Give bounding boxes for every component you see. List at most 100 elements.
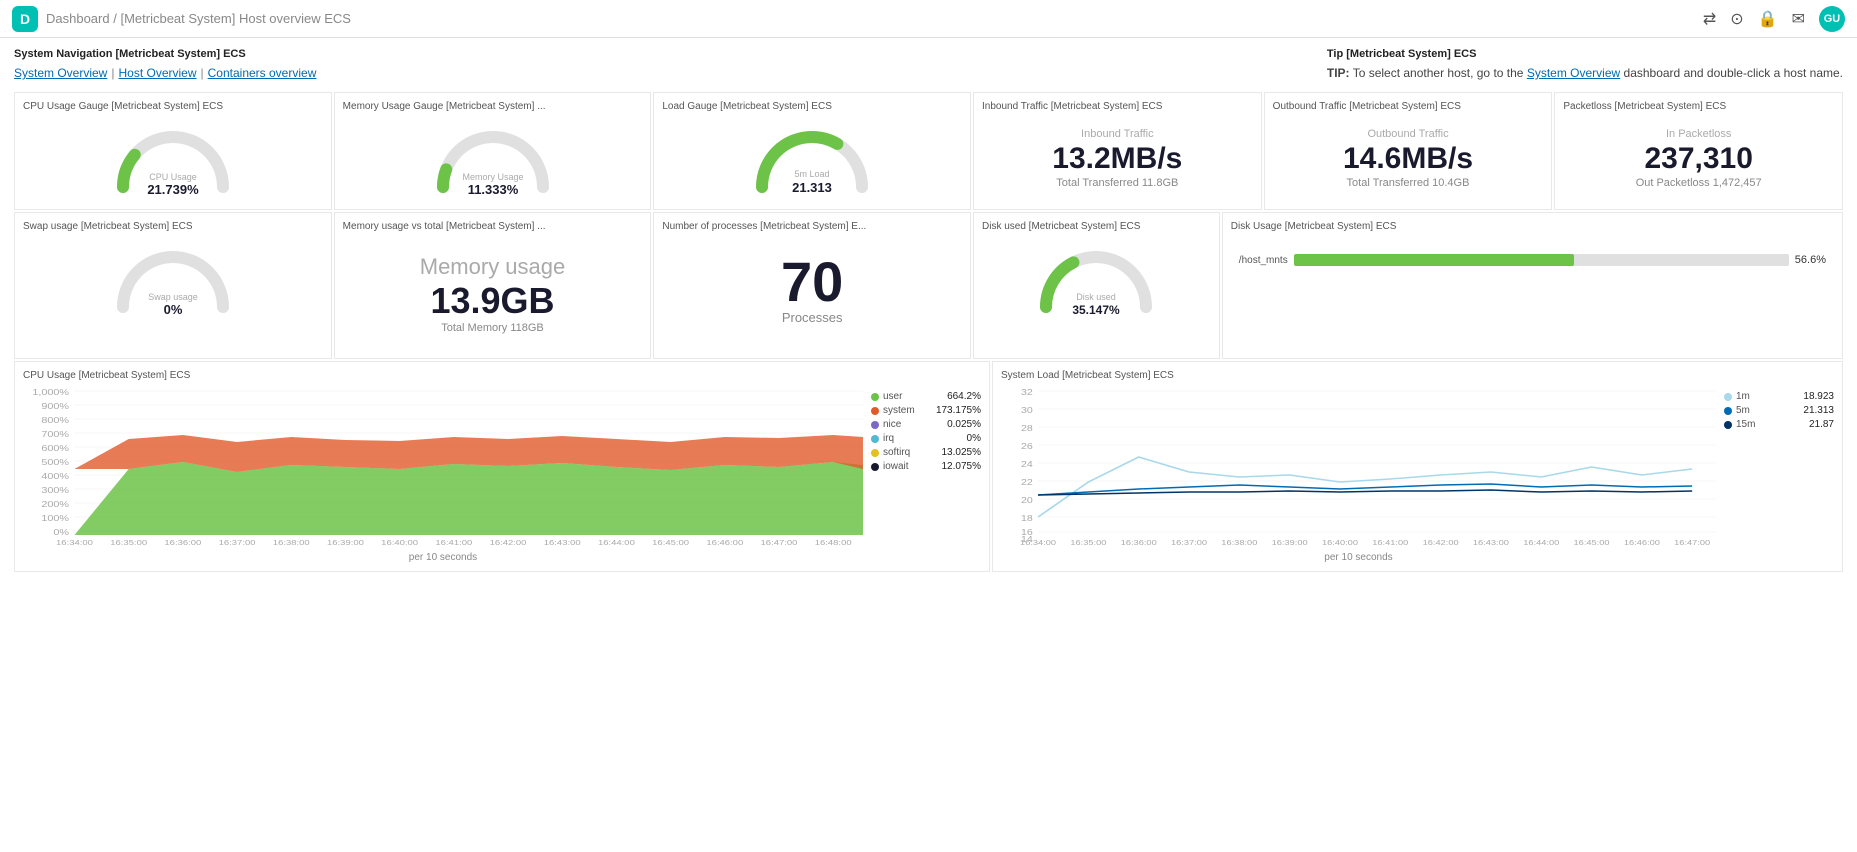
svg-text:16:34:00: 16:34:00 (56, 538, 93, 546)
breadcrumb-current: [Metricbeat System] Host overview ECS (120, 11, 350, 26)
avatar[interactable]: GU (1819, 6, 1845, 32)
mem-total-panel: Memory usage vs total [Metricbeat System… (334, 212, 652, 359)
nav-sep-2: | (201, 66, 204, 80)
nav-link-system-overview[interactable]: System Overview (14, 66, 107, 80)
svg-text:16:38:00: 16:38:00 (273, 538, 310, 546)
nav-title: System Navigation [Metricbeat System] EC… (14, 48, 316, 60)
svg-text:16:40:00: 16:40:00 (381, 538, 418, 546)
nav-link-containers-overview[interactable]: Containers overview (208, 66, 317, 80)
svg-text:16:44:00: 16:44:00 (1523, 539, 1560, 547)
svg-text:16:43:00: 16:43:00 (544, 538, 581, 546)
svg-text:16:46:00: 16:46:00 (1624, 539, 1661, 547)
svg-text:16:38:00: 16:38:00 (1221, 539, 1258, 547)
svg-text:35.147%: 35.147% (1073, 303, 1121, 317)
sysload-chart-panel: System Load [Metricbeat System] ECS 32 3… (992, 361, 1843, 572)
nav-right: Tip [Metricbeat System] ECS TIP: To sele… (1327, 48, 1843, 80)
legend-user-val: 664.2% (947, 391, 981, 402)
svg-text:16:34:00: 16:34:00 (1020, 539, 1057, 547)
packetloss-val: 237,310 (1569, 144, 1828, 174)
svg-text:16:41:00: 16:41:00 (435, 538, 472, 546)
legend-iowait: iowait 12.075% (871, 461, 981, 472)
legend-system: system 173.175% (871, 405, 981, 416)
share-icon[interactable]: ⇄ (1703, 9, 1716, 29)
svg-text:Memory Usage: Memory Usage (462, 172, 523, 182)
svg-text:16:37:00: 16:37:00 (219, 538, 256, 546)
svg-text:16:42:00: 16:42:00 (1423, 539, 1460, 547)
legend-nice-dot (871, 421, 879, 429)
svg-text:18: 18 (1021, 514, 1033, 523)
sysload-chart-area: 32 30 28 26 24 22 20 18 16 14 (1001, 387, 1834, 563)
breadcrumb-dashboard[interactable]: Dashboard (46, 11, 110, 26)
svg-text:16:35:00: 16:35:00 (110, 538, 147, 546)
svg-text:16:45:00: 16:45:00 (652, 538, 689, 546)
svg-text:0%: 0% (53, 528, 69, 537)
legend-5m: 5m 21.313 (1724, 405, 1834, 416)
packetloss-panel: Packetloss [Metricbeat System] ECS In Pa… (1554, 92, 1843, 210)
processes-panel: Number of processes [Metricbeat System] … (653, 212, 971, 359)
disk-bar-inner (1294, 254, 1574, 266)
nav-section: System Navigation [Metricbeat System] EC… (14, 48, 1843, 80)
processes-val: 70 (670, 254, 954, 310)
legend-iowait-name: iowait (883, 461, 938, 472)
tip-link[interactable]: System Overview (1527, 66, 1620, 80)
svg-text:16:37:00: 16:37:00 (1171, 539, 1208, 547)
legend-softirq: softirq 13.025% (871, 447, 981, 458)
legend-1m-name: 1m (1736, 391, 1799, 402)
tip-box: TIP: To select another host, go to the S… (1327, 66, 1843, 80)
disk-bar-row: /host_mnts 56.6% (1239, 254, 1826, 266)
disk-used-panel: Disk used [Metricbeat System] ECS Disk u… (973, 212, 1220, 359)
svg-text:16:48:00: 16:48:00 (815, 538, 852, 546)
nav-link-host-overview[interactable]: Host Overview (118, 66, 196, 80)
svg-text:30: 30 (1021, 406, 1033, 415)
cpu-gauge-svg: CPU Usage 21.739% (108, 122, 238, 197)
packetloss-sub: In Packetloss (1569, 128, 1828, 140)
legend-15m: 15m 21.87 (1724, 419, 1834, 430)
mail-icon[interactable]: ✉ (1792, 9, 1805, 29)
svg-text:16:44:00: 16:44:00 (598, 538, 635, 546)
outbound-sub: Outbound Traffic (1279, 128, 1538, 140)
cpu-chart-xlabel: per 10 seconds (23, 552, 863, 563)
mem-gauge-svg: Memory Usage 11.333% (428, 122, 558, 197)
outbound-val: 14.6MB/s (1279, 144, 1538, 174)
inspect-icon[interactable]: ⊙ (1730, 9, 1743, 29)
legend-system-name: system (883, 405, 932, 416)
disk-bar-container: /host_mnts 56.6% (1231, 238, 1834, 274)
svg-text:24: 24 (1021, 460, 1033, 469)
cpu-chart-area: 1,000% 900% 800% 700% 600% 500% 400% 300… (23, 387, 981, 563)
app-icon: D (12, 6, 38, 32)
cpu-chart-svg: 1,000% 900% 800% 700% 600% 500% 400% 300… (23, 387, 863, 547)
legend-irq: irq 0% (871, 433, 981, 444)
legend-15m-val: 21.87 (1809, 419, 1834, 430)
cpu-chart-svg-wrap: 1,000% 900% 800% 700% 600% 500% 400% 300… (23, 387, 863, 563)
svg-text:400%: 400% (41, 472, 69, 481)
svg-text:26: 26 (1021, 442, 1033, 451)
mem-total-stat: Memory usage 13.9GB Total Memory 118GB (343, 238, 643, 350)
svg-text:16:42:00: 16:42:00 (490, 538, 527, 546)
main-content: System Navigation [Metricbeat System] EC… (0, 38, 1857, 582)
legend-nice-val: 0.025% (947, 419, 981, 430)
svg-text:16:47:00: 16:47:00 (761, 538, 798, 546)
sysload-chart-svg-wrap: 32 30 28 26 24 22 20 18 16 14 (1001, 387, 1716, 563)
tip-text: To select another host, go to the (1353, 66, 1527, 80)
legend-user-dot (871, 393, 879, 401)
inbound-sub: Inbound Traffic (988, 128, 1247, 140)
legend-15m-dot (1724, 421, 1732, 429)
svg-text:16:47:00: 16:47:00 (1674, 539, 1711, 547)
processes-stat: 70 Processes (662, 238, 962, 341)
mem-total-val: 13.9GB (351, 280, 635, 322)
svg-text:300%: 300% (41, 486, 69, 495)
topbar: D Dashboard / [Metricbeat System] Host o… (0, 0, 1857, 38)
mem-total-title: Memory usage vs total [Metricbeat System… (343, 221, 643, 232)
legend-5m-val: 21.313 (1803, 405, 1834, 416)
nav-sep-1: | (111, 66, 114, 80)
svg-text:16:36:00: 16:36:00 (1121, 539, 1158, 547)
lock-icon[interactable]: 🔒 (1758, 9, 1778, 29)
legend-1m-dot (1724, 393, 1732, 401)
cpu-gauge-panel: CPU Usage Gauge [Metricbeat System] ECS … (14, 92, 332, 210)
sysload-chart-svg: 32 30 28 26 24 22 20 18 16 14 (1001, 387, 1716, 547)
legend-system-dot (871, 407, 879, 415)
legend-user-name: user (883, 391, 943, 402)
sysload-chart-title: System Load [Metricbeat System] ECS (1001, 370, 1834, 381)
sysload-chart-xlabel: per 10 seconds (1001, 552, 1716, 563)
legend-system-val: 173.175% (936, 405, 981, 416)
